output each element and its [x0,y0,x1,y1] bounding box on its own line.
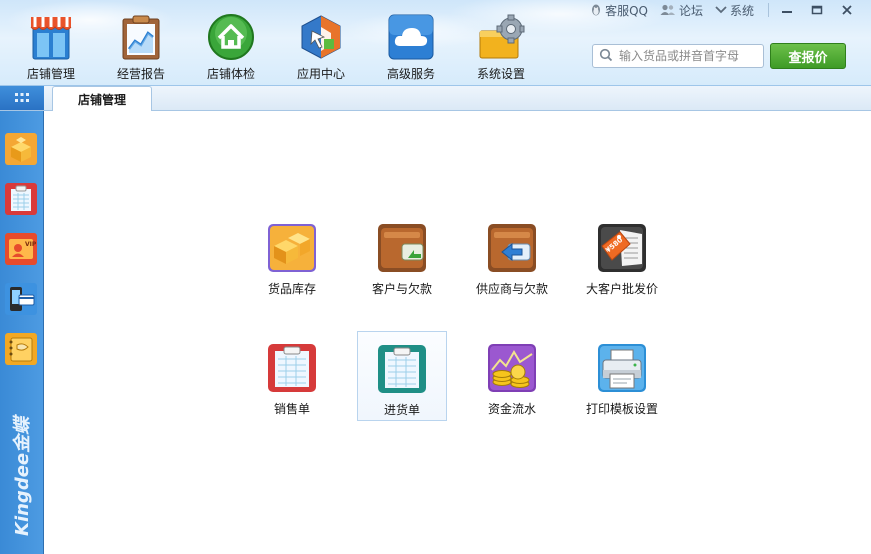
tab-store-management[interactable]: 店铺管理 [52,86,152,111]
supplier-wallet-icon [487,223,537,273]
money-coins-icon [487,343,537,393]
tile-purchase-order[interactable]: 进货单 [357,331,447,421]
nav-item-label: 应用中心 [296,67,345,81]
tile-label: 客户与欠款 [371,282,432,296]
tab-strip: 店铺管理 [0,86,871,111]
sales-form-icon [267,343,317,393]
tile-label: 资金流水 [487,402,536,416]
customer-service-qq-link[interactable]: 客服QQ [590,2,648,19]
tile-label: 进货单 [383,403,420,417]
settings-gear-icon [476,12,526,62]
tile-label: 销售单 [273,402,310,416]
sidebar-item-phone-card[interactable] [3,281,39,317]
maximize-button[interactable] [805,2,829,18]
tile-label: 货品库存 [267,282,316,296]
tile-print-template-settings[interactable]: 打印模板设置 [577,331,667,421]
nav-item-app-center[interactable]: 应用中心 [276,12,366,82]
close-button[interactable] [835,2,859,18]
forum-link[interactable]: 论坛 [660,2,703,19]
nav-item-label: 店铺体检 [206,67,255,81]
forum-link-label: 论坛 [678,3,703,18]
cloud-icon [386,12,436,62]
close-icon [842,5,852,15]
tile-label: 打印模板设置 [585,402,658,416]
sidebar-item-vip[interactable]: VIP [3,231,39,267]
product-search-box[interactable] [592,44,764,68]
grid-menu-button[interactable] [0,86,44,110]
tile-label: 大客户批发价 [585,282,658,296]
sidebar-item-inventory[interactable] [3,131,39,167]
nav-item-business-report[interactable]: 经营报告 [96,12,186,82]
purchase-form-icon [377,344,427,394]
main-nav: 店铺管理 经营报告 店铺体检 应用中心 高级服务 系统设置 [6,12,546,82]
svg-text:VIP: VIP [25,241,37,248]
phone-card-icon [5,283,37,315]
nav-item-label: 系统设置 [476,67,525,81]
tile-wholesale-price[interactable]: ¥580 大客户批发价 [577,211,667,301]
check-price-button[interactable]: 查报价 [770,43,846,69]
nav-item-label: 店铺管理 [26,67,75,81]
tile-label: 供应商与欠款 [475,282,548,296]
customer-wallet-icon [377,223,427,273]
qq-penguin-icon [590,4,602,17]
price-tag-icon: ¥580 [597,223,647,273]
grid-icon [15,93,29,102]
sidebar-item-sales-form[interactable] [3,181,39,217]
minimize-button[interactable] [775,2,799,18]
top-links-bar: 客服QQ 论坛 系统 [578,2,859,18]
storefront-icon [26,12,76,62]
nav-item-label: 经营报告 [116,67,165,81]
report-chart-icon [116,12,166,62]
tile-suppliers-debts[interactable]: 供应商与欠款 [467,211,557,301]
kingdee-brand-logo: Kingdee金蝶 [4,410,40,540]
tile-inventory[interactable]: 货品库存 [247,211,337,301]
system-link-label: 系统 [729,3,754,18]
inventory-boxes-icon [267,223,317,273]
svg-text:Kingdee金蝶: Kingdee金蝶 [12,414,33,536]
qq-link-label: 客服QQ [605,3,648,18]
system-menu-link[interactable]: 系统 [715,2,754,19]
nav-item-label: 高级服务 [386,67,435,81]
chevron-down-icon [715,5,727,15]
search-icon [599,48,613,65]
nav-item-store-checkup[interactable]: 店铺体检 [186,12,276,82]
users-icon [660,4,676,16]
notebook-icon [5,333,37,365]
tile-cash-flow[interactable]: 资金流水 [467,331,557,421]
boxes-icon [5,133,37,165]
nav-item-advanced-services[interactable]: 高级服务 [366,12,456,82]
house-checkup-icon [206,12,256,62]
left-sidebar: VIP Kingdee金蝶 [0,111,44,554]
minimize-icon [782,11,792,13]
sales-form-icon [5,183,37,215]
printer-icon [597,343,647,393]
vip-card-icon: VIP [5,233,37,265]
maximize-icon [811,5,823,15]
tile-customers-debts[interactable]: 客户与欠款 [357,211,447,301]
nav-item-system-settings[interactable]: 系统设置 [456,12,546,82]
sidebar-item-notebook[interactable] [3,331,39,367]
search-input[interactable] [619,49,759,63]
header-bar: 店铺管理 经营报告 店铺体检 应用中心 高级服务 系统设置 客服QQ 论坛 系统… [0,0,871,86]
app-center-icon [296,12,346,62]
topbar-divider [768,3,769,17]
tile-sales-order[interactable]: 销售单 [247,331,337,421]
nav-item-store-management[interactable]: 店铺管理 [6,12,96,82]
